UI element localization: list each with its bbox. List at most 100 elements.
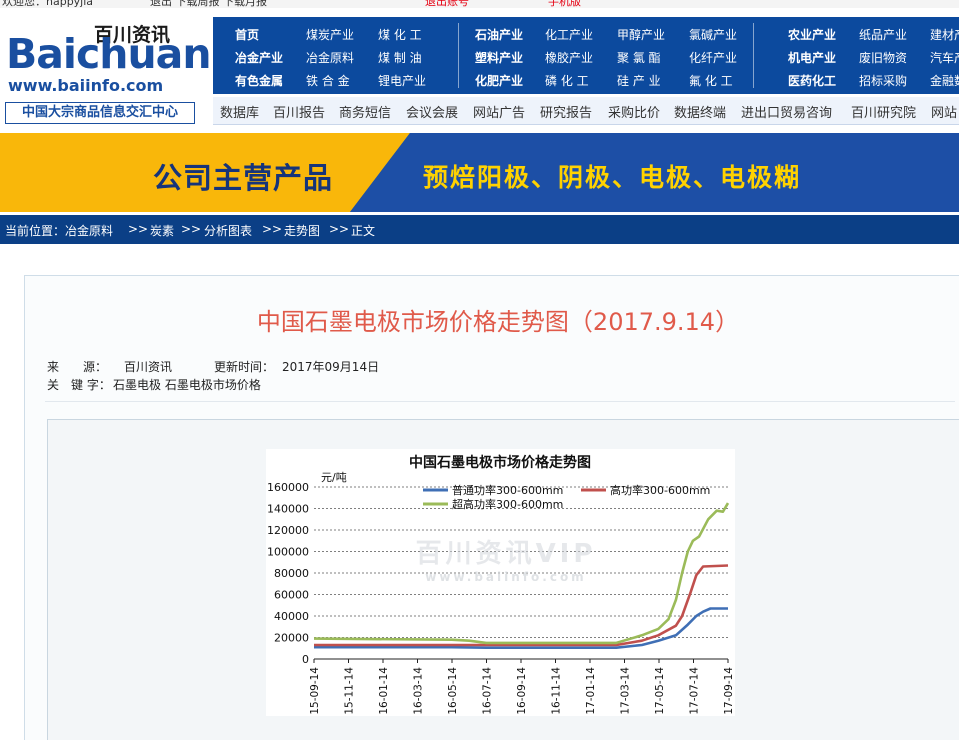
nav-link-0-9[interactable]: 建材产	[930, 26, 959, 43]
y-tick-label: 60000	[274, 589, 309, 602]
mobile-link[interactable]: 手机版	[548, 0, 581, 8]
site-logo[interactable]: 百川资讯 Baichuan www.baiinfo.com 中国大宗商品信息交汇…	[0, 8, 212, 128]
nav-link-0-5[interactable]: 甲醇产业	[617, 26, 665, 43]
promo-banner[interactable]: 公司主营产品 预焙阳极、阴极、电极、电极糊	[0, 133, 959, 212]
x-tick-label: 16-11-14	[551, 667, 563, 715]
y-tick-label: 80000	[274, 567, 309, 580]
nav-link-1-3[interactable]: 塑料产业	[475, 49, 523, 66]
chart-y-unit: 元/吨	[321, 471, 347, 484]
nav-link-2-0[interactable]: 有色金属	[235, 72, 283, 89]
x-tick-label: 16-01-14	[378, 667, 390, 715]
breadcrumb: 当前位置：冶金原料 >> 炭素 >> 分析图表 >> 走势图 >> 正文	[0, 215, 959, 244]
meta-divider	[45, 401, 955, 402]
nav-link-1-6[interactable]: 化纤产业	[689, 49, 737, 66]
source-value: 百川资讯	[124, 360, 173, 374]
welcome-text: 欢迎您：happyjia	[2, 0, 94, 8]
nav-link-0-1[interactable]: 煤炭产业	[306, 26, 354, 43]
keywords-label: 关 键 字：	[47, 378, 111, 392]
nav-link-1-9[interactable]: 汽车产	[930, 49, 959, 66]
service-nav-item-0[interactable]: 数据库	[220, 102, 259, 121]
x-tick-label: 17-09-14	[723, 667, 735, 715]
breadcrumb-item-8: 正文	[351, 224, 376, 238]
y-tick-label: 120000	[267, 524, 309, 537]
service-nav-item-8[interactable]: 进出口贸易咨询	[741, 102, 832, 121]
nav-link-0-6[interactable]: 氯碱产业	[689, 26, 737, 43]
nav-link-2-2[interactable]: 锂电产业	[378, 72, 426, 89]
article-title: 中国石墨电极市场价格走势图（2017.9.14）	[256, 308, 740, 336]
breadcrumb-separator: >>	[329, 222, 350, 236]
nav-link-0-3[interactable]: 石油产业	[475, 26, 523, 43]
price-trend-chart: 中国石墨电极市场价格走势图 元/吨 0 20000 40000 60000 80000 100…	[266, 449, 735, 716]
y-tick-label: 0	[302, 653, 309, 666]
service-nav-item-6[interactable]: 采购比价	[608, 102, 660, 121]
x-tick-label: 15-09-14	[309, 667, 321, 715]
breadcrumb-item-4[interactable]: 分析图表	[204, 222, 252, 239]
x-tick-label: 17-05-14	[654, 667, 666, 715]
nav-link-2-9[interactable]: 金融数	[930, 72, 959, 89]
service-nav-item-7[interactable]: 数据终端	[674, 102, 726, 121]
breadcrumb-item-0: 当前位置：冶金原料	[5, 224, 114, 238]
legend-label-0: 普通功率300-600mm	[452, 483, 563, 497]
nav-divider	[458, 23, 459, 88]
y-tick-label: 160000	[267, 481, 309, 494]
x-tick-label: 16-07-14	[482, 667, 494, 715]
chart-svg: 中国石墨电极市场价格走势图元/吨 0 20000 40000 60000 80000 100…	[267, 454, 735, 715]
nav-link-2-1[interactable]: 铁 合 金	[306, 72, 350, 89]
nav-link-2-5[interactable]: 硅 产 业	[617, 72, 661, 89]
top-links[interactable]: 退出 下载周报 下载月报	[150, 0, 267, 8]
nav-link-0-4[interactable]: 化工产业	[545, 26, 593, 43]
x-tick-label: 17-03-14	[620, 667, 632, 715]
breadcrumb-separator: >>	[262, 222, 283, 236]
service-nav-item-3[interactable]: 会议会展	[406, 102, 458, 121]
updated-value: 2017年09月14日	[282, 360, 380, 374]
service-nav-item-2[interactable]: 商务短信	[339, 102, 391, 121]
breadcrumb-separator: >>	[181, 222, 202, 236]
nav-link-0-7[interactable]: 农业产业	[788, 26, 836, 43]
service-nav-item-1[interactable]: 百川报告	[273, 102, 325, 121]
chart-title: 中国石墨电极市场价格走势图	[409, 454, 591, 471]
nav-divider	[753, 23, 754, 88]
nav-link-1-5[interactable]: 聚 氯 酯	[617, 49, 661, 66]
nav-link-1-4[interactable]: 橡胶产业	[545, 49, 593, 66]
x-tick-label: 17-01-14	[585, 667, 597, 715]
nav-link-2-7[interactable]: 医药化工	[788, 72, 836, 89]
breadcrumb-item-2[interactable]: 炭素	[150, 222, 174, 239]
service-nav-item-10[interactable]: 网站	[931, 102, 957, 121]
banner-products: 预焙阳极、阴极、电极、电极糊	[423, 163, 802, 192]
nav-link-2-8[interactable]: 招标采购	[859, 72, 907, 89]
service-nav-item-5[interactable]: 研究报告	[540, 102, 592, 121]
watermark-url: www.baiinfo.com	[425, 570, 586, 584]
nav-link-2-4[interactable]: 磷 化 工	[545, 72, 589, 89]
nav-link-0-0[interactable]: 首页	[235, 26, 259, 43]
legend-label-2: 超高功率300-600mm	[452, 497, 563, 511]
nav-link-2-3[interactable]: 化肥产业	[475, 72, 523, 89]
logo-slogan: 中国大宗商品信息交汇中心	[5, 102, 195, 124]
service-nav: 数据库 百川报告 商务短信 会议会展 网站广告 研究报告 采购比价 数据终端 进出口贸易咨询 百川…	[213, 97, 959, 125]
top-strip: 欢迎您：happyjia 退出 下载周报 下载月报 退出账号 手机版	[0, 0, 959, 8]
nav-link-0-8[interactable]: 纸品产业	[859, 26, 907, 43]
logout-link[interactable]: 退出账号	[425, 0, 469, 8]
service-nav-item-4[interactable]: 网站广告	[473, 102, 525, 121]
nav-link-1-0[interactable]: 冶金产业	[235, 49, 283, 66]
nav-link-1-2[interactable]: 煤 制 油	[378, 49, 422, 66]
nav-link-1-1[interactable]: 冶金原料	[306, 49, 354, 66]
source-label: 来 源：	[47, 360, 108, 374]
logo-wordmark: Baichuan	[6, 30, 212, 78]
banner-title: 公司主营产品	[153, 161, 334, 195]
nav-link-1-8[interactable]: 废旧物资	[859, 49, 907, 66]
x-tick-label: 17-07-14	[689, 667, 701, 715]
keywords-value[interactable]: 石墨电极 石墨电极市场价格	[113, 376, 261, 393]
y-tick-label: 100000	[267, 546, 309, 559]
y-tick-label: 40000	[274, 610, 309, 623]
watermark-brand: 百川资讯VIP	[416, 539, 597, 569]
x-tick-label: 16-05-14	[447, 667, 459, 715]
nav-link-2-6[interactable]: 氟 化 工	[689, 72, 733, 89]
x-tick-label: 16-09-14	[516, 667, 528, 715]
service-nav-item-9[interactable]: 百川研究院	[851, 102, 916, 121]
breadcrumb-separator: >>	[128, 222, 149, 236]
breadcrumb-item-6[interactable]: 走势图	[284, 222, 320, 239]
nav-link-0-2[interactable]: 煤 化 工	[378, 26, 422, 43]
updated-label: 更新时间：	[214, 360, 275, 374]
industry-nav: 首页 煤炭产业 煤 化 工 石油产业 化工产业 甲醇产业 氯碱产业 农业产业 纸品产业 建材产冶金…	[213, 17, 959, 94]
nav-link-1-7[interactable]: 机电产业	[788, 49, 836, 66]
